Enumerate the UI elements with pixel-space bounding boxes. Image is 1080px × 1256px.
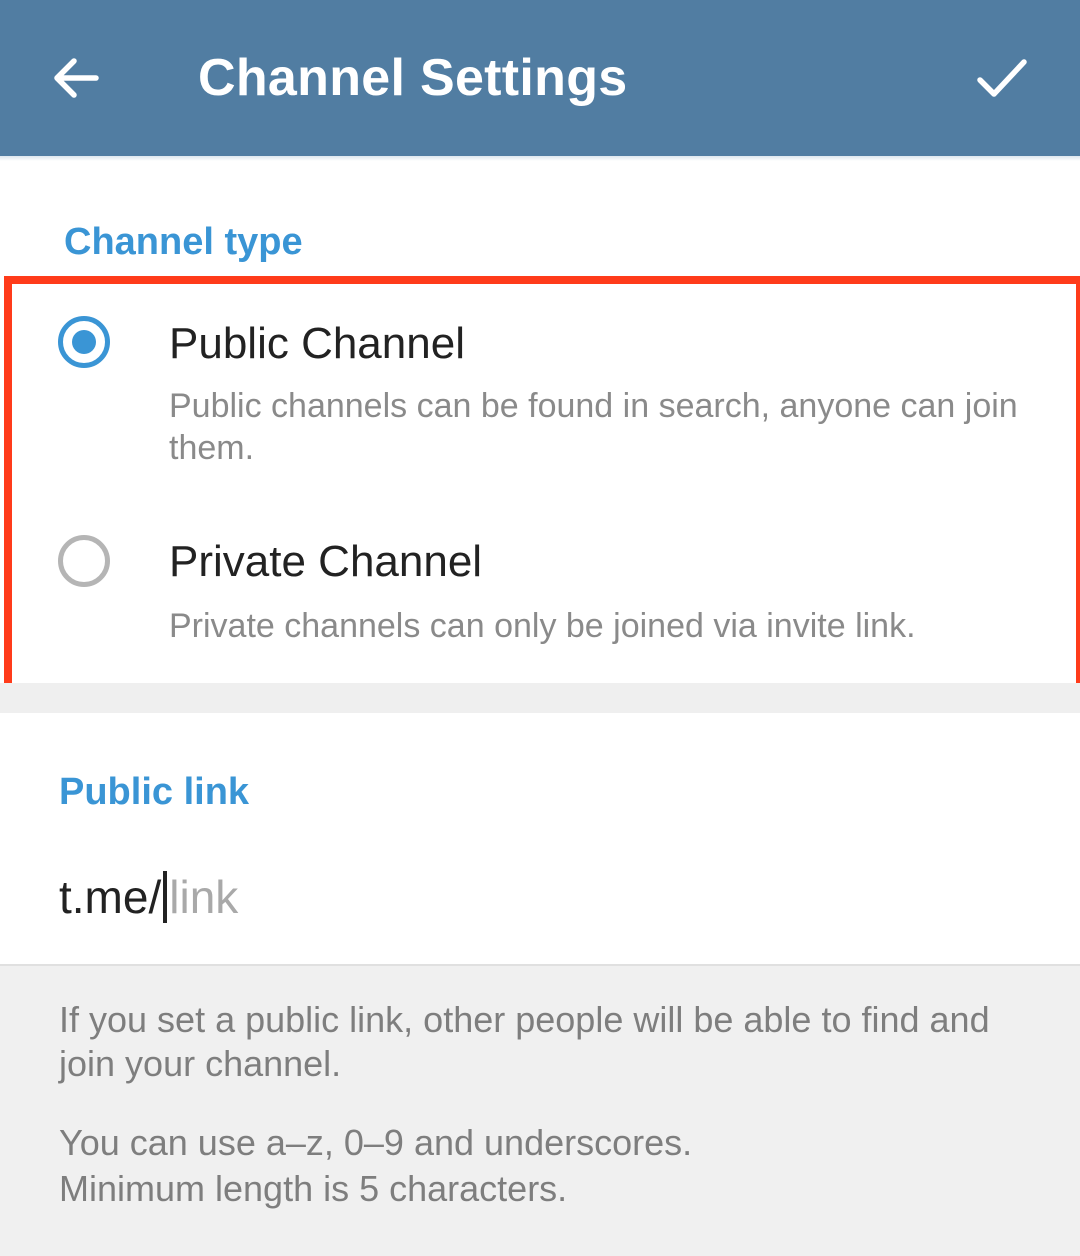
public-link-field[interactable]: t.me/ <box>59 868 870 926</box>
public-channel-radio[interactable] <box>58 316 110 368</box>
confirm-button[interactable] <box>964 40 1040 116</box>
checkmark-icon <box>977 59 1027 97</box>
section-divider <box>0 683 1080 713</box>
public-channel-title: Public Channel <box>169 319 465 368</box>
link-rules-hint-line-1: You can use a–z, 0–9 and underscores. <box>59 1122 693 1163</box>
channel-type-header: Channel type <box>64 221 303 263</box>
back-button[interactable] <box>38 40 114 116</box>
public-link-header: Public link <box>59 771 250 813</box>
link-rules-hint-line-2: Minimum length is 5 characters. <box>59 1168 568 1209</box>
private-channel-title: Private Channel <box>169 537 483 586</box>
text-cursor <box>163 871 168 923</box>
public-channel-option[interactable]: Public Channel Public channels can be fo… <box>12 284 1068 484</box>
app-bar-shadow <box>0 156 1080 161</box>
hint-panel: If you set a public link, other people w… <box>0 964 1080 1256</box>
public-channel-description: Public channels can be found in search, … <box>169 387 1018 467</box>
arrow-left-icon <box>54 58 99 98</box>
public-link-input[interactable] <box>169 868 870 926</box>
public-link-hint: If you set a public link, other people w… <box>59 999 990 1084</box>
link-prefix: t.me/ <box>59 871 162 923</box>
app-bar: Channel Settings <box>0 0 1080 156</box>
private-channel-radio[interactable] <box>58 535 110 587</box>
page-title: Channel Settings <box>198 49 628 107</box>
private-channel-option[interactable]: Private Channel Private channels can onl… <box>12 504 1068 669</box>
private-channel-description: Private channels can only be joined via … <box>169 607 916 645</box>
